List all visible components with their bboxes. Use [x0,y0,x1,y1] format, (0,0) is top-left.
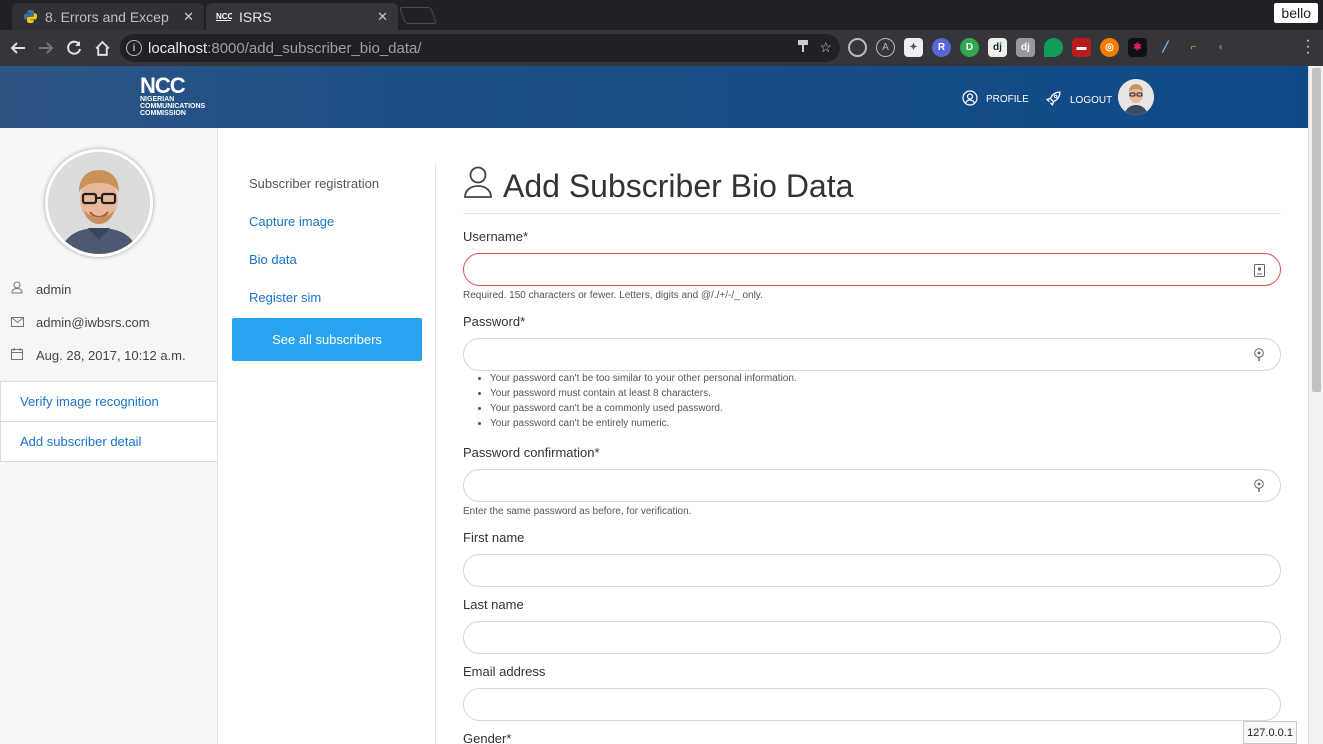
browser-tab[interactable]: 8. Errors and Excep ✕ [12,3,204,30]
django-extension-icon[interactable]: dj [988,38,1007,57]
d-extension-icon[interactable]: D [960,38,979,57]
svg-text:NCC: NCC [216,12,232,21]
user-circle-icon [962,90,978,109]
calendar-icon [10,348,24,363]
user-email-row: admin@iwbsrs.com [10,315,150,330]
password-confirmation-field[interactable] [463,469,1281,502]
logout-label: LOGOUT [1070,94,1113,106]
user-joined-date: Aug. 28, 2017, 10:12 a.m. [36,348,186,363]
address-bar[interactable]: i localhost:8000/add_subscriber_bio_data… [120,34,840,62]
bio-data-link[interactable]: Bio data [232,240,422,278]
sidebar-nav: Verify image recognition Add subscriber … [0,381,218,462]
scrollbar-thumb[interactable] [1312,68,1321,392]
user-name: admin [36,281,72,297]
extensions-area: A ✦ R D dj dj ▬ ◎ ✱ ╱ ⌐ ◐ [848,38,1231,57]
evernote-extension-icon[interactable] [1044,38,1063,57]
column-divider [435,164,436,744]
a-extension-icon[interactable]: A [876,38,895,57]
register-sim-link[interactable]: Register sim [232,278,422,316]
password-rule: Your password can't be entirely numeric. [490,416,797,431]
password-rule: Your password can't be too similar to yo… [490,371,797,386]
new-tab-button[interactable] [398,7,438,24]
bookmark-star-icon[interactable]: ☆ [819,39,832,56]
user-email: admin@iwbsrs.com [36,315,150,330]
sidebar: admin admin@iwbsrs.com Aug. 28, 2017, 10… [0,128,218,744]
last-name-label: Last name [463,597,524,612]
logout-link[interactable]: LOGOUT [1045,90,1112,110]
email-field[interactable] [463,688,1281,721]
browser-profile-name[interactable]: bello [1274,3,1318,23]
status-bar-url: 127.0.0.1 [1243,721,1297,744]
close-icon[interactable]: ✕ [377,9,388,25]
avatar[interactable] [1118,79,1154,115]
username-label: Username* [463,229,529,244]
browser-toolbar: i localhost:8000/add_subscriber_bio_data… [0,30,1323,66]
subscriber-nav-heading: Subscriber registration [249,175,380,191]
user-outline-icon [463,165,495,207]
email-label: Email address [463,664,546,679]
password-rule: Your password must contain at least 8 ch… [490,386,797,401]
capture-image-link[interactable]: Capture image [232,202,422,240]
reload-icon[interactable] [62,36,86,60]
sidebar-item-verify-image-recognition[interactable]: Verify image recognition [0,382,218,422]
page-title-text: Add Subscriber Bio Data [503,167,854,204]
home-icon[interactable] [90,36,114,60]
password-confirmation-label: Password confirmation* [463,445,600,460]
r-extension-icon[interactable]: R [932,38,951,57]
django-gray-extension-icon[interactable]: dj [1016,38,1035,57]
password-rule: Your password can't be a commonly used p… [490,401,797,416]
first-name-label: First name [463,530,525,545]
back-arrow-icon[interactable] [6,36,30,60]
last-name-field[interactable] [463,621,1281,654]
page-scrollbar[interactable] [1308,66,1323,744]
gender-label: Gender* [463,731,512,744]
page-title: Add Subscriber Bio Data [463,160,1281,212]
forward-arrow-icon[interactable] [34,36,58,60]
password-field[interactable] [463,338,1281,371]
info-icon[interactable]: i [126,40,142,56]
flower-extension-icon[interactable]: ✱ [1128,38,1147,57]
git-extension-icon[interactable]: ⌐ [1184,38,1203,57]
subscriber-nav: Subscriber registration Capture image Bi… [232,164,422,361]
password-confirmation-help: Enter the same password as before, for v… [463,506,692,517]
profile-avatar [45,149,153,257]
target-extension-icon[interactable] [848,38,867,57]
site-header: NCC NIGERIAN COMMUNICATIONS COMMISSION P… [0,66,1308,128]
tab-title: ISRS [239,8,272,25]
pen-extension-icon[interactable]: ╱ [1156,38,1175,57]
username-field[interactable] [463,253,1281,286]
password-label: Password* [463,314,526,329]
username-help: Required. 150 characters or fewer. Lette… [463,290,763,301]
key-icon [1252,348,1266,362]
envelope-icon [10,316,24,330]
browser-menu-icon[interactable]: · · · [1305,33,1311,61]
ncc-favicon-icon: NCC [216,9,232,25]
id-card-icon [1252,263,1266,277]
user-name-row: admin [10,281,71,297]
tab-title: 8. Errors and Excep [45,8,169,25]
user-icon [10,281,24,297]
user-joined-row: Aug. 28, 2017, 10:12 a.m. [10,348,186,363]
paint-brush-icon[interactable] [797,39,809,56]
sidebar-item-add-subscriber-detail[interactable]: Add subscriber detail [0,422,218,462]
browser-tab-bar: 8. Errors and Excep ✕ NCC ISRS ✕ bello [0,0,1323,30]
bio-data-form: Add Subscriber Bio Data Username* Requir… [463,160,1281,744]
box-extension-icon[interactable]: ▬ [1072,38,1091,57]
profile-link[interactable]: PROFILE [962,90,1029,109]
key-icon [1252,479,1266,493]
first-name-field[interactable] [463,554,1281,587]
rocket-icon [1045,90,1062,110]
dark-extension-icon[interactable]: ◐ [1212,38,1231,57]
ncc-logo[interactable]: NCC NIGERIAN COMMUNICATIONS COMMISSION [140,75,210,120]
puzzle-extension-icon[interactable]: ✦ [904,38,923,57]
browser-tab-active[interactable]: NCC ISRS ✕ [206,3,398,30]
title-divider [463,213,1281,214]
profile-label: PROFILE [986,94,1029,105]
python-icon [22,9,38,25]
see-all-subscribers-button[interactable]: See all subscribers [232,318,422,361]
url-text: localhost:8000/add_subscriber_bio_data/ [148,39,422,57]
close-icon[interactable]: ✕ [183,9,194,25]
lifebuoy-extension-icon[interactable]: ◎ [1100,38,1119,57]
password-rules-list: Your password can't be too similar to yo… [490,371,797,431]
